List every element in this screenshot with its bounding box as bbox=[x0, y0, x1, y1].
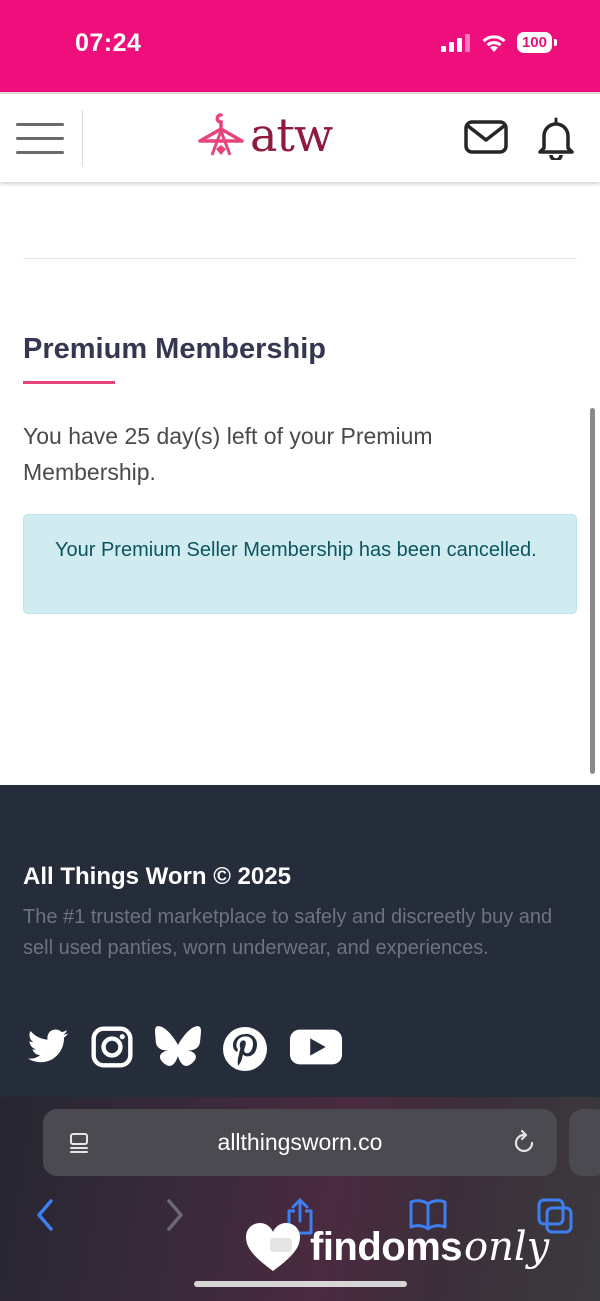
site-header: atw bbox=[0, 92, 600, 182]
header-divider bbox=[82, 110, 83, 166]
home-indicator[interactable] bbox=[194, 1281, 407, 1287]
watermark-brand: findoms bbox=[310, 1224, 463, 1269]
next-tab-preview[interactable] bbox=[569, 1109, 600, 1176]
section-divider bbox=[23, 258, 577, 259]
forward-icon[interactable] bbox=[163, 1197, 187, 1233]
heart-icon bbox=[246, 1223, 300, 1271]
logo-text: atw bbox=[250, 108, 333, 162]
hamburger-menu-button[interactable] bbox=[16, 120, 66, 156]
bluesky-icon[interactable] bbox=[155, 1025, 201, 1069]
bell-icon bbox=[538, 117, 574, 162]
page-scrollbar[interactable] bbox=[590, 408, 595, 774]
status-time: 07:24 bbox=[75, 29, 142, 57]
envelope-icon bbox=[464, 120, 508, 154]
wifi-icon bbox=[482, 34, 506, 52]
site-footer: All Things Worn © 2025 The #1 trusted ma… bbox=[0, 785, 600, 1097]
status-indicators: 100 bbox=[440, 32, 558, 53]
instagram-icon[interactable] bbox=[90, 1025, 134, 1069]
hanger-logo-icon bbox=[198, 113, 244, 156]
title-underline bbox=[23, 381, 115, 384]
watermark-script: only bbox=[464, 1224, 550, 1270]
footer-title: All Things Worn © 2025 bbox=[23, 863, 291, 890]
messages-button[interactable] bbox=[464, 120, 508, 159]
back-icon[interactable] bbox=[33, 1197, 57, 1233]
address-bar[interactable]: allthingsworn.co bbox=[43, 1109, 557, 1176]
footer-description: The #1 trusted marketplace to safely and… bbox=[23, 906, 553, 959]
twitter-icon[interactable] bbox=[23, 1025, 73, 1069]
reload-icon[interactable] bbox=[510, 1129, 538, 1157]
signal-icon bbox=[440, 33, 470, 52]
youtube-icon[interactable] bbox=[289, 1025, 343, 1069]
notifications-button[interactable] bbox=[536, 116, 576, 165]
status-bar: 07:24 100 bbox=[0, 0, 600, 92]
alert-message: Your Premium Seller Membership has been … bbox=[55, 539, 537, 561]
url-text: allthingsworn.co bbox=[217, 1129, 383, 1155]
battery-indicator: 100 bbox=[516, 32, 558, 53]
membership-days-text: You have 25 day(s) left of your Premium … bbox=[23, 423, 433, 485]
watermark-logo: findoms only bbox=[244, 1221, 549, 1273]
page-title: Premium Membership bbox=[23, 333, 326, 365]
info-alert: Your Premium Seller Membership has been … bbox=[23, 514, 577, 614]
pinterest-icon[interactable] bbox=[221, 1025, 269, 1073]
browser-toolbar: allthingsworn.co findoms only bbox=[0, 1097, 600, 1301]
site-logo[interactable]: atw bbox=[196, 108, 333, 162]
